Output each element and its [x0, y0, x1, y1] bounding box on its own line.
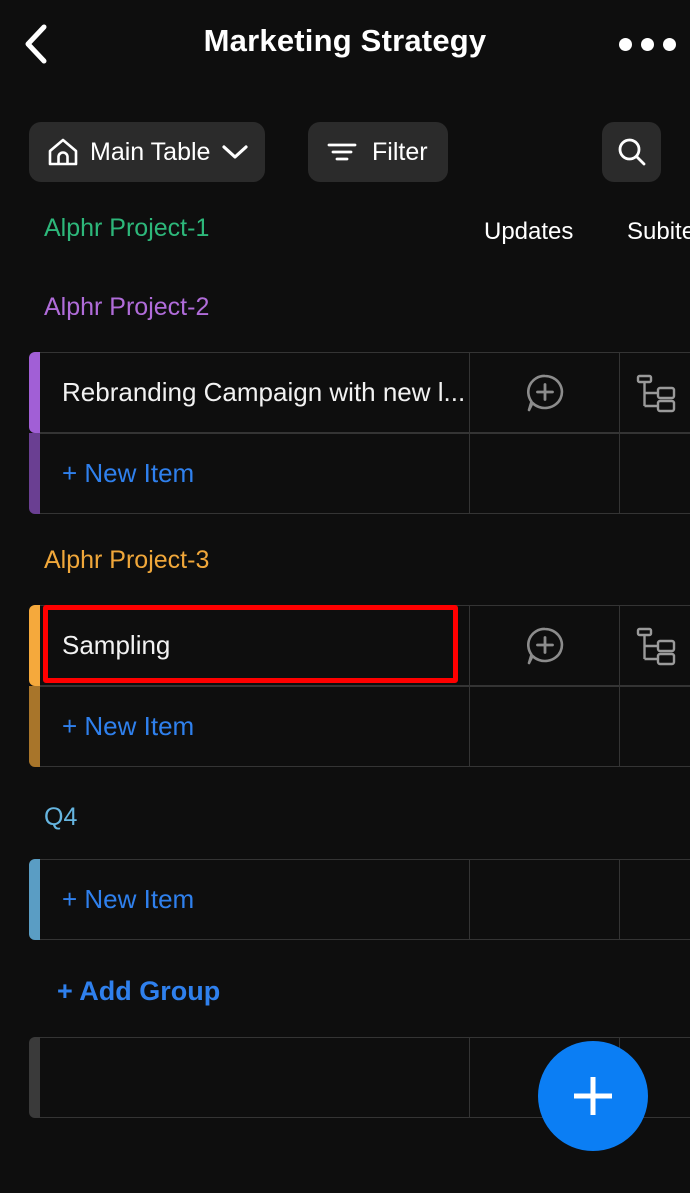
cell-item-name[interactable]	[40, 1038, 470, 1117]
add-group-button[interactable]: + Add Group	[57, 976, 220, 1007]
cell-subitems[interactable]	[620, 606, 690, 685]
main-table-label: Main Table	[90, 137, 211, 166]
board-screen: Marketing Strategy Main Table Filter Upd…	[0, 0, 690, 1193]
table-row[interactable]: Sampling	[29, 605, 690, 686]
more-horizontal-icon	[618, 37, 632, 51]
more-horizontal-icon	[662, 37, 676, 51]
new-item-label: + New Item	[62, 458, 195, 488]
cell-subitems[interactable]	[620, 687, 690, 766]
plus-icon	[566, 1069, 620, 1123]
comment-plus-icon	[521, 622, 569, 670]
cell-subitems[interactable]	[620, 860, 690, 939]
search-button[interactable]	[602, 122, 661, 182]
group-color-bar	[29, 1037, 40, 1118]
subitems-tree-icon	[636, 372, 682, 414]
cell-subitems[interactable]	[620, 434, 690, 513]
new-item-row[interactable]: + New Item	[29, 433, 690, 514]
group-color-bar	[29, 352, 40, 433]
new-item-label: + New Item	[62, 884, 195, 914]
new-item-label: + New Item	[62, 711, 195, 741]
group-title-q4[interactable]: Q4	[44, 803, 77, 832]
cell-subitems[interactable]	[620, 353, 690, 432]
comment-plus-icon	[521, 369, 569, 417]
group-title-alphr-project-3[interactable]: Alphr Project-3	[44, 546, 209, 575]
cell-updates[interactable]	[470, 687, 620, 766]
item-name-label: Rebranding Campaign with new l...	[62, 377, 466, 407]
cell-new-item[interactable]: + New Item	[40, 687, 470, 766]
table-row[interactable]: Rebranding Campaign with new l...	[29, 352, 690, 433]
filter-button[interactable]: Filter	[308, 122, 448, 182]
group-color-bar	[29, 859, 40, 940]
group-color-bar	[29, 605, 40, 686]
top-app-bar: Marketing Strategy	[0, 0, 690, 92]
search-icon	[615, 135, 649, 169]
new-item-row[interactable]: + New Item	[29, 686, 690, 767]
column-header-updates[interactable]: Updates	[484, 218, 573, 246]
cell-item-name[interactable]: Sampling	[40, 606, 470, 685]
cell-updates[interactable]	[470, 606, 620, 685]
group-title-alphr-project-1[interactable]: Alphr Project-1	[44, 214, 209, 243]
group-color-bar	[29, 433, 40, 514]
column-header-subitems[interactable]: Subitems	[627, 218, 690, 246]
subitems-tree-icon	[636, 625, 682, 667]
new-item-row[interactable]: + New Item	[29, 859, 690, 940]
cell-updates[interactable]	[470, 860, 620, 939]
filter-icon	[326, 139, 358, 165]
group-color-bar	[29, 686, 40, 767]
cell-new-item[interactable]: + New Item	[40, 434, 470, 513]
item-name-label: Sampling	[62, 630, 171, 660]
chevron-down-icon	[221, 143, 249, 161]
more-horizontal-icon	[640, 37, 654, 51]
page-title: Marketing Strategy	[203, 23, 487, 58]
group-title-alphr-project-2[interactable]: Alphr Project-2	[44, 293, 209, 322]
add-item-fab[interactable]	[538, 1041, 648, 1151]
cell-item-name[interactable]: Rebranding Campaign with new l...	[40, 353, 470, 432]
home-icon	[47, 137, 79, 167]
filter-label: Filter	[372, 137, 428, 166]
cell-new-item[interactable]: + New Item	[40, 860, 470, 939]
cell-updates[interactable]	[470, 353, 620, 432]
main-table-selector[interactable]: Main Table	[29, 122, 266, 182]
more-options-button[interactable]	[616, 22, 678, 66]
board-toolbar: Main Table Filter	[0, 122, 690, 184]
cell-updates[interactable]	[470, 434, 620, 513]
